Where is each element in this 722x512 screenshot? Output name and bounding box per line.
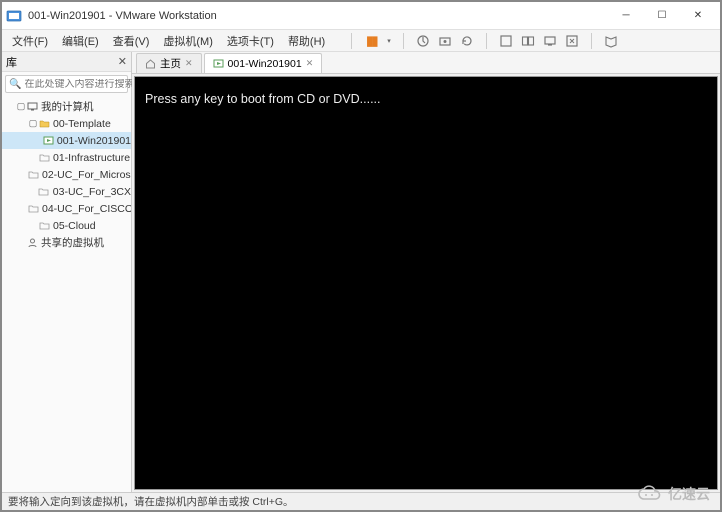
menu-bar: 文件(F) 编辑(E) 查看(V) 虚拟机(M) 选项卡(T) 帮助(H) ▮▮…	[2, 30, 720, 52]
tree-node-uc-microsoft[interactable]: 02-UC_For_Microsoft	[2, 166, 131, 183]
pause-icon[interactable]: ▮▮	[364, 34, 378, 48]
tree-label: 02-UC_For_Microsoft	[42, 169, 131, 181]
maximize-button[interactable]: ☐	[644, 4, 680, 28]
sidebar-close-icon[interactable]: ✕	[118, 55, 127, 68]
tab-close-icon[interactable]: ✕	[306, 58, 314, 69]
tree-node-template[interactable]: ▢ 00-Template	[2, 115, 131, 132]
unity-icon[interactable]	[521, 34, 535, 48]
vm-console[interactable]: Press any key to boot from CD or DVD....…	[134, 76, 718, 490]
window-title: 001-Win201901 - VMware Workstation	[28, 10, 608, 22]
menu-tabs[interactable]: 选项卡(T)	[221, 31, 280, 51]
tab-bar: 主页 ✕ 001-Win201901 ✕	[132, 52, 720, 74]
tab-label: 主页	[160, 56, 181, 71]
shared-icon	[26, 237, 38, 249]
tab-vm[interactable]: 001-Win201901 ✕	[204, 53, 323, 73]
separator	[351, 33, 352, 49]
separator	[591, 33, 592, 49]
sidebar-title: 库	[6, 54, 17, 70]
tree-label: 04-UC_For_CISCO	[42, 203, 131, 215]
manage-icon[interactable]	[438, 34, 452, 48]
tree-root-mycomputer[interactable]: ▢ 我的计算机	[2, 98, 131, 115]
tree-node-infrastructure[interactable]: 01-Infrastructure	[2, 149, 131, 166]
separator	[403, 33, 404, 49]
folder-icon	[38, 152, 50, 164]
dropdown-icon[interactable]: ▾	[387, 37, 391, 45]
revert-icon[interactable]	[460, 34, 474, 48]
sidebar: 库 ✕ 🔍 ▾ ▢ 我的计算机 ▢ 00-Template 001-Win201…	[2, 52, 132, 492]
tree-label: 01-Infrastructure	[53, 152, 130, 164]
snapshot-icon[interactable]	[416, 34, 430, 48]
menu-vm[interactable]: 虚拟机(M)	[157, 31, 219, 51]
folder-icon	[28, 169, 39, 181]
folder-icon	[38, 118, 50, 130]
expand-icon[interactable]: ▢	[28, 118, 38, 129]
tree-label: 001-Win201901	[57, 135, 131, 147]
close-button[interactable]: ✕	[680, 4, 716, 28]
folder-icon	[28, 203, 39, 215]
main-area: 主页 ✕ 001-Win201901 ✕ Press any key to bo…	[132, 52, 720, 492]
vm-running-icon	[43, 135, 54, 147]
title-bar: 001-Win201901 - VMware Workstation ─ ☐ ✕	[2, 2, 720, 30]
folder-icon	[38, 186, 50, 198]
tree-label: 05-Cloud	[53, 220, 96, 232]
library-icon[interactable]	[604, 34, 618, 48]
tree-label: 00-Template	[53, 118, 111, 130]
status-bar: 要将输入定向到该虚拟机，请在虚拟机内部单击或按 Ctrl+G。	[2, 492, 720, 510]
tree-label: 03-UC_For_3CX	[53, 186, 131, 198]
window-controls: ─ ☐ ✕	[608, 4, 716, 28]
menu-file[interactable]: 文件(F)	[6, 31, 54, 51]
fullscreen-icon[interactable]	[499, 34, 513, 48]
tree-label: 共享的虚拟机	[41, 235, 104, 250]
status-text: 要将输入定向到该虚拟机，请在虚拟机内部单击或按 Ctrl+G。	[8, 494, 294, 509]
minimize-button[interactable]: ─	[608, 4, 644, 28]
folder-icon	[38, 220, 50, 232]
tree-node-uc-cisco[interactable]: 04-UC_For_CISCO	[2, 200, 131, 217]
search-box[interactable]: 🔍 ▾	[5, 75, 128, 93]
tab-home[interactable]: 主页 ✕	[136, 53, 202, 73]
tree-node-cloud[interactable]: 05-Cloud	[2, 217, 131, 234]
toolbar: ▮▮ ▾	[347, 33, 618, 49]
tree-shared-vms[interactable]: 共享的虚拟机	[2, 234, 131, 251]
content-area: 库 ✕ 🔍 ▾ ▢ 我的计算机 ▢ 00-Template 001-Win201…	[2, 52, 720, 492]
tab-label: 001-Win201901	[228, 58, 302, 70]
tree-node-win201901[interactable]: 001-Win201901	[2, 132, 131, 149]
menu-view[interactable]: 查看(V)	[107, 31, 156, 51]
tree-node-uc-3cx[interactable]: 03-UC_For_3CX	[2, 183, 131, 200]
tree-label: 我的计算机	[41, 99, 94, 114]
expand-icon[interactable]: ▢	[16, 101, 26, 112]
console-text: Press any key to boot from CD or DVD....…	[145, 91, 707, 109]
menu-help[interactable]: 帮助(H)	[282, 31, 331, 51]
console-view-icon[interactable]	[543, 34, 557, 48]
tab-close-icon[interactable]: ✕	[185, 58, 193, 69]
menu-edit[interactable]: 编辑(E)	[56, 31, 105, 51]
separator	[486, 33, 487, 49]
search-icon: 🔍	[9, 79, 21, 90]
sidebar-header: 库 ✕	[2, 52, 131, 72]
vm-tree: ▢ 我的计算机 ▢ 00-Template 001-Win201901 01-I…	[2, 96, 131, 492]
app-icon	[6, 8, 22, 24]
stretch-icon[interactable]	[565, 34, 579, 48]
vm-icon	[213, 58, 224, 69]
computer-icon	[26, 101, 38, 113]
home-icon	[145, 58, 156, 69]
